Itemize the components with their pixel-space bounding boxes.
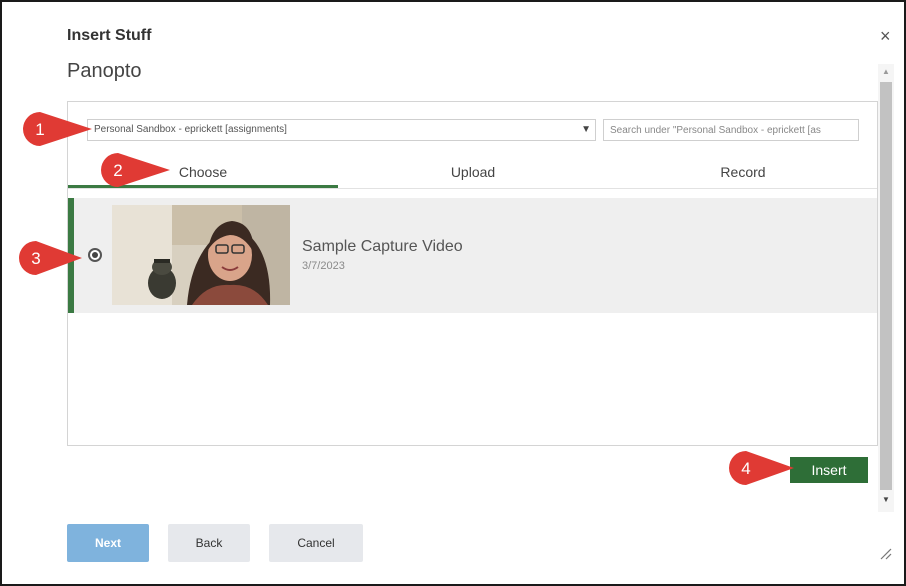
video-title: Sample Capture Video [302, 238, 463, 255]
insert-button[interactable]: Insert [790, 457, 868, 483]
scroll-up-icon[interactable]: ▲ [878, 64, 894, 80]
dialog-title: Insert Stuff [67, 27, 152, 44]
chevron-down-icon: ▼ [581, 124, 591, 135]
callout-2-label: 2 [113, 161, 122, 180]
tab-upload[interactable]: Upload [338, 156, 608, 186]
close-icon[interactable]: × [880, 26, 891, 46]
search-input[interactable] [603, 119, 859, 141]
provider-title: Panopto [67, 60, 142, 82]
folder-dropdown[interactable]: Personal Sandbox - eprickett [assignment… [87, 119, 596, 141]
content-panel: Personal Sandbox - eprickett [assignment… [67, 101, 878, 446]
callout-3-marker: 3 [19, 241, 82, 275]
video-date: 3/7/2023 [302, 260, 345, 272]
tab-record[interactable]: Record [608, 156, 878, 186]
tab-bar: Choose Upload Record [68, 156, 877, 189]
callout-4-label: 4 [741, 459, 750, 478]
callout-1-label: 1 [35, 120, 44, 139]
video-thumbnail [112, 205, 290, 305]
callout-2-marker: 2 [101, 153, 170, 187]
video-list-item[interactable]: Sample Capture Video 3/7/2023 [68, 198, 877, 313]
scroll-down-icon[interactable]: ▼ [878, 492, 894, 508]
callout-4-marker: 4 [729, 451, 794, 485]
callout-3-label: 3 [31, 249, 40, 268]
folder-dropdown-value: Personal Sandbox - eprickett [assignment… [94, 124, 287, 135]
scrollbar-thumb[interactable] [880, 82, 892, 490]
next-button[interactable]: Next [67, 524, 149, 562]
back-button[interactable]: Back [168, 524, 250, 562]
resize-grip-icon[interactable] [878, 546, 892, 560]
callout-1-marker: 1 [23, 112, 92, 146]
cancel-button[interactable]: Cancel [269, 524, 363, 562]
video-select-radio[interactable] [88, 248, 102, 262]
vertical-scrollbar[interactable]: ▲ ▼ [878, 64, 894, 512]
